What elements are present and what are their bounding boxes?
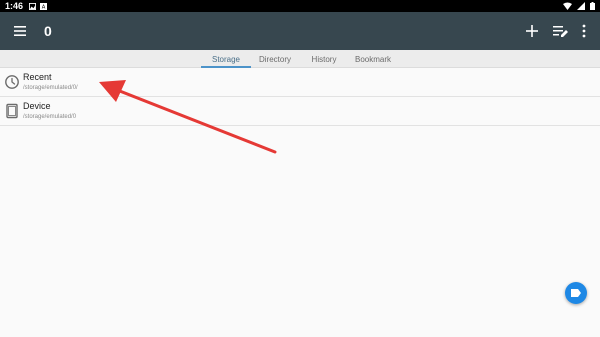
status-bar: 1:46 A	[0, 0, 600, 12]
wifi-icon	[563, 2, 572, 10]
tab-history[interactable]: History	[304, 50, 344, 68]
tab-directory[interactable]: Directory	[252, 50, 298, 68]
clock-icon	[5, 75, 19, 89]
list-item-device[interactable]: Device /storage/emulated/0	[0, 97, 600, 126]
notification-icon: A	[40, 2, 48, 10]
menu-icon[interactable]	[10, 21, 30, 41]
list-item-path: /storage/emulated/0/	[23, 85, 78, 91]
list-item-path: /storage/emulated/0	[23, 114, 77, 120]
svg-text:A: A	[42, 4, 46, 9]
signal-icon	[577, 2, 585, 10]
tablet-icon	[6, 103, 18, 119]
app-title: 0	[44, 23, 52, 39]
image-icon	[29, 2, 37, 10]
tab-storage[interactable]: Storage	[201, 50, 251, 68]
label-icon	[571, 289, 581, 297]
add-icon[interactable]	[522, 21, 542, 41]
app-bar: 0	[0, 12, 600, 50]
battery-icon	[590, 2, 595, 10]
list-item-title: Device	[23, 101, 51, 111]
status-time: 1:46	[5, 1, 24, 11]
tab-bookmark[interactable]: Bookmark	[349, 50, 397, 68]
label-fab[interactable]	[565, 282, 587, 304]
more-vert-icon[interactable]	[574, 21, 594, 41]
tab-bar: Storage Directory History Bookmark	[0, 50, 600, 68]
list-item-title: Recent	[23, 72, 52, 82]
edit-list-icon[interactable]	[550, 21, 570, 41]
storage-list: Recent /storage/emulated/0/ Device /stor…	[0, 68, 600, 126]
list-item-recent[interactable]: Recent /storage/emulated/0/	[0, 68, 600, 97]
